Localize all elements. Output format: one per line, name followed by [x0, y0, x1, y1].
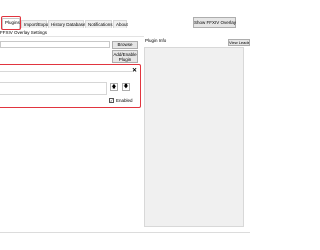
add-enable-line2: Plugin: [118, 57, 132, 62]
show-overlay-button[interactable]: Show FFXIV Overlay: [193, 17, 236, 28]
tab-about[interactable]: About: [113, 20, 128, 28]
move-up-icon[interactable]: 🡅: [110, 83, 118, 91]
add-enable-plugin-button[interactable]: Add/Enable Plugin: [112, 50, 138, 63]
plugin-info-panel: Plugin Info View Leade: [144, 36, 250, 231]
plugin-list-item: ✕ 🡅 🡇 ✓ Enabled: [0, 64, 141, 108]
plugin-info-label: Plugin Info: [145, 38, 167, 43]
tab-notifications[interactable]: Notifications: [85, 20, 113, 28]
tab-strip: Plugins Import/Export History Database N…: [0, 0, 250, 30]
enabled-label: Enabled: [116, 98, 133, 103]
tab-label: History Database: [51, 22, 86, 27]
browse-button[interactable]: Browse: [112, 41, 138, 49]
page-title: FFXIV Overlay Settings: [0, 30, 48, 35]
plugin-path-input[interactable]: [0, 41, 110, 48]
tab-label: Import/Export: [24, 22, 52, 27]
bottom-border: [0, 232, 250, 233]
tab-import-export[interactable]: Import/Export: [21, 20, 51, 28]
tab-label: About: [116, 22, 128, 27]
view-leaderboard-button[interactable]: View Leade: [228, 39, 250, 46]
close-icon[interactable]: ✕: [132, 67, 137, 74]
plugin-info-content: [144, 47, 244, 227]
enabled-checkbox[interactable]: ✓: [109, 98, 114, 103]
plugin-description-field: [0, 82, 107, 95]
tab-history-database[interactable]: History Database: [48, 20, 86, 28]
highlight-plugins-tab: [1, 16, 21, 30]
group-rule: [0, 71, 132, 72]
move-down-icon[interactable]: 🡇: [122, 83, 130, 91]
tab-label: Notifications: [88, 22, 113, 27]
